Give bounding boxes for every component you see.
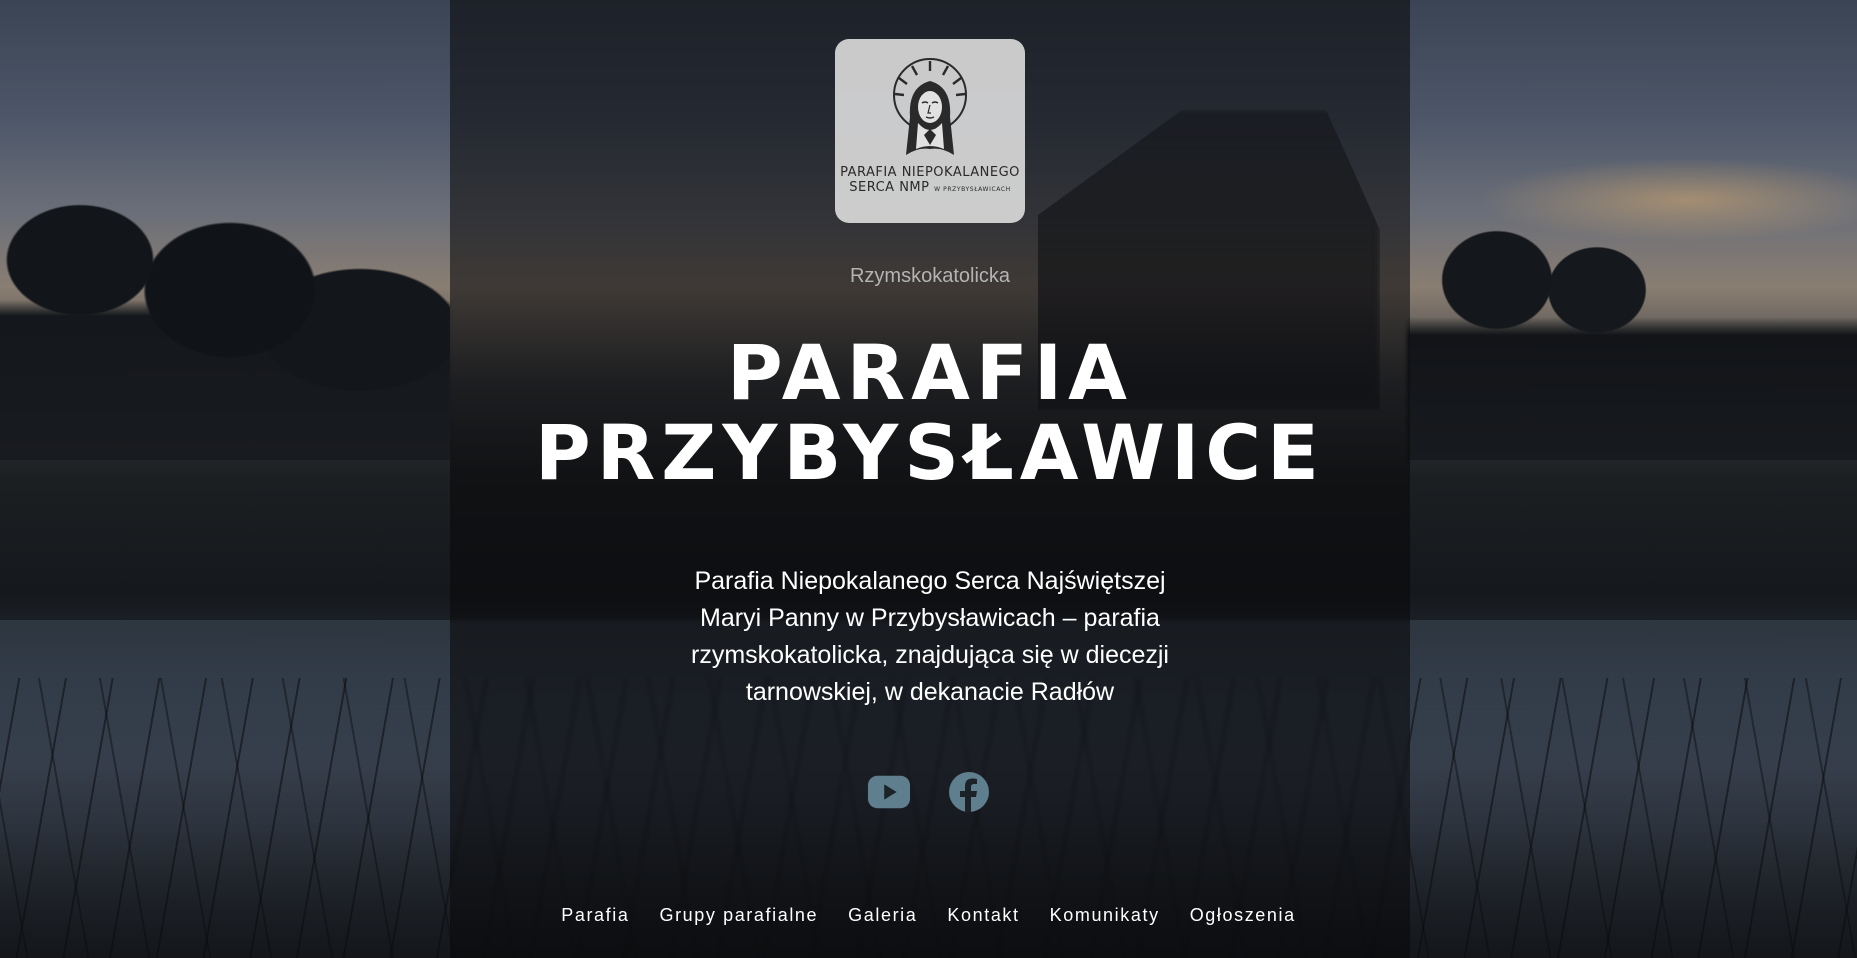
logo-line-2: SERCA NMP W PRZYBYSŁAWICACH	[840, 180, 1020, 197]
page-title: PARAFIA PRZYBYSŁAWICE	[450, 333, 1410, 493]
nav-item-ogloszenia[interactable]: Ogłoszenia	[1190, 905, 1296, 926]
hero-eyebrow: Rzymskokatolicka	[849, 265, 1011, 287]
nav-item-grupy-parafialne[interactable]: Grupy parafialne	[659, 905, 818, 926]
logo-wordmark: PARAFIA NIEPOKALANEGO SERCA NMP W PRZYBY…	[840, 165, 1020, 197]
youtube-icon	[867, 775, 910, 809]
logo-line-2-small: W PRZYBYSŁAWICACH	[934, 186, 1011, 193]
hero-description-line: tarnowskiej, w dekanacie Radłów	[745, 678, 1115, 706]
nav-item-galeria[interactable]: Galeria	[848, 905, 917, 926]
nav-item-kontakt[interactable]: Kontakt	[947, 905, 1019, 926]
nav-item-parafia[interactable]: Parafia	[561, 905, 629, 926]
hero-description-line: rzymskokatolicka, znajdująca się w diece…	[691, 641, 1169, 669]
page: PARAFIA NIEPOKALANEGO SERCA NMP W PRZYBY…	[0, 0, 1857, 958]
youtube-link[interactable]	[867, 770, 911, 814]
logo-line-2-main: SERCA NMP	[849, 180, 930, 195]
virgin-mary-emblem-icon	[893, 58, 967, 155]
facebook-icon	[948, 772, 989, 812]
parish-logo[interactable]: PARAFIA NIEPOKALANEGO SERCA NMP W PRZYBY…	[835, 39, 1025, 223]
background-trees-right	[1407, 200, 1857, 460]
background-trees-left	[0, 140, 450, 460]
facebook-link[interactable]	[947, 770, 991, 814]
hero-description-line: Parafia Niepokalanego Serca Najświętszej	[694, 567, 1166, 595]
page-title-line-1: PARAFIA	[727, 328, 1133, 417]
social-links	[0, 770, 1857, 814]
page-title-line-2: PRZYBYSŁAWICE	[535, 408, 1325, 497]
hero-description: Parafia Niepokalanego Serca Najświętszej…	[640, 563, 1220, 711]
logo-line-1: PARAFIA NIEPOKALANEGO	[840, 165, 1020, 180]
hero-description-line: Maryi Panny w Przybysławicach – parafia	[700, 604, 1160, 632]
nav-item-komunikaty[interactable]: Komunikaty	[1050, 905, 1160, 926]
footer-navigation: Parafia Grupy parafialne Galeria Kontakt…	[0, 905, 1857, 926]
